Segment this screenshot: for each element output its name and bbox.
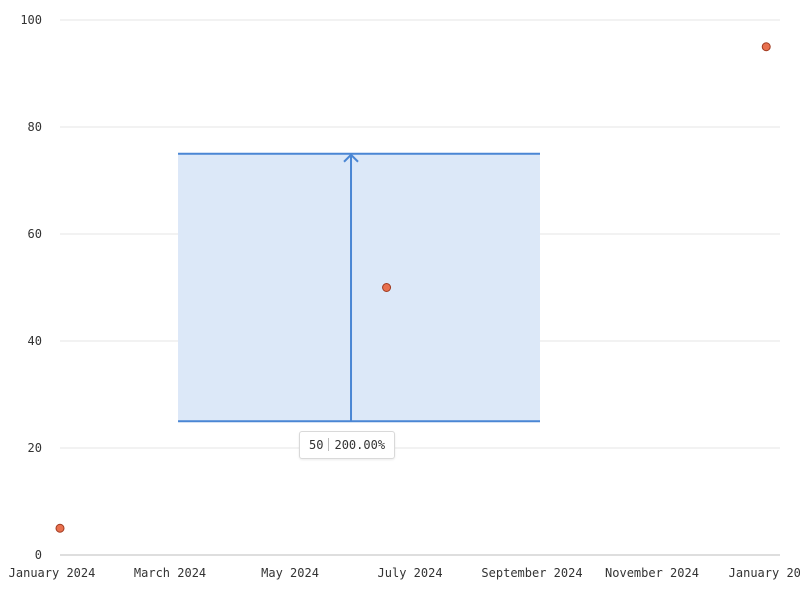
value-tooltip: 50 200.00% [299,431,396,460]
y-axis-ticks: 0 20 40 60 80 100 [20,13,42,562]
range-box [178,153,541,422]
y-tick-label: 80 [28,120,42,134]
y-tick-label: 40 [28,334,42,348]
range-annotation [178,152,541,423]
tooltip-separator [328,438,330,452]
y-tick-label: 20 [28,441,42,455]
x-tick-label: November 2024 [605,566,699,580]
tooltip-change: 200.00% [334,438,386,453]
y-tick-label: 0 [35,548,42,562]
scatter-chart: 0 20 40 60 80 100 January 2024 March 2024 May 2… [9,13,800,580]
data-point [55,523,65,533]
x-tick-label: January 2025 [729,566,800,580]
x-tick-label: January 2024 [9,566,96,580]
tooltip-value: 50 [309,438,324,453]
x-tick-label: March 2024 [134,566,206,580]
y-tick-label: 60 [28,227,42,241]
x-axis-ticks: January 2024 March 2024 May 2024 July 2024 S… [9,566,800,580]
data-point [761,42,771,52]
x-tick-label: May 2024 [261,566,319,580]
y-tick-label: 100 [20,13,42,27]
x-tick-label: July 2024 [378,566,443,580]
x-tick-label: September 2024 [481,566,582,580]
data-point [382,283,392,292]
